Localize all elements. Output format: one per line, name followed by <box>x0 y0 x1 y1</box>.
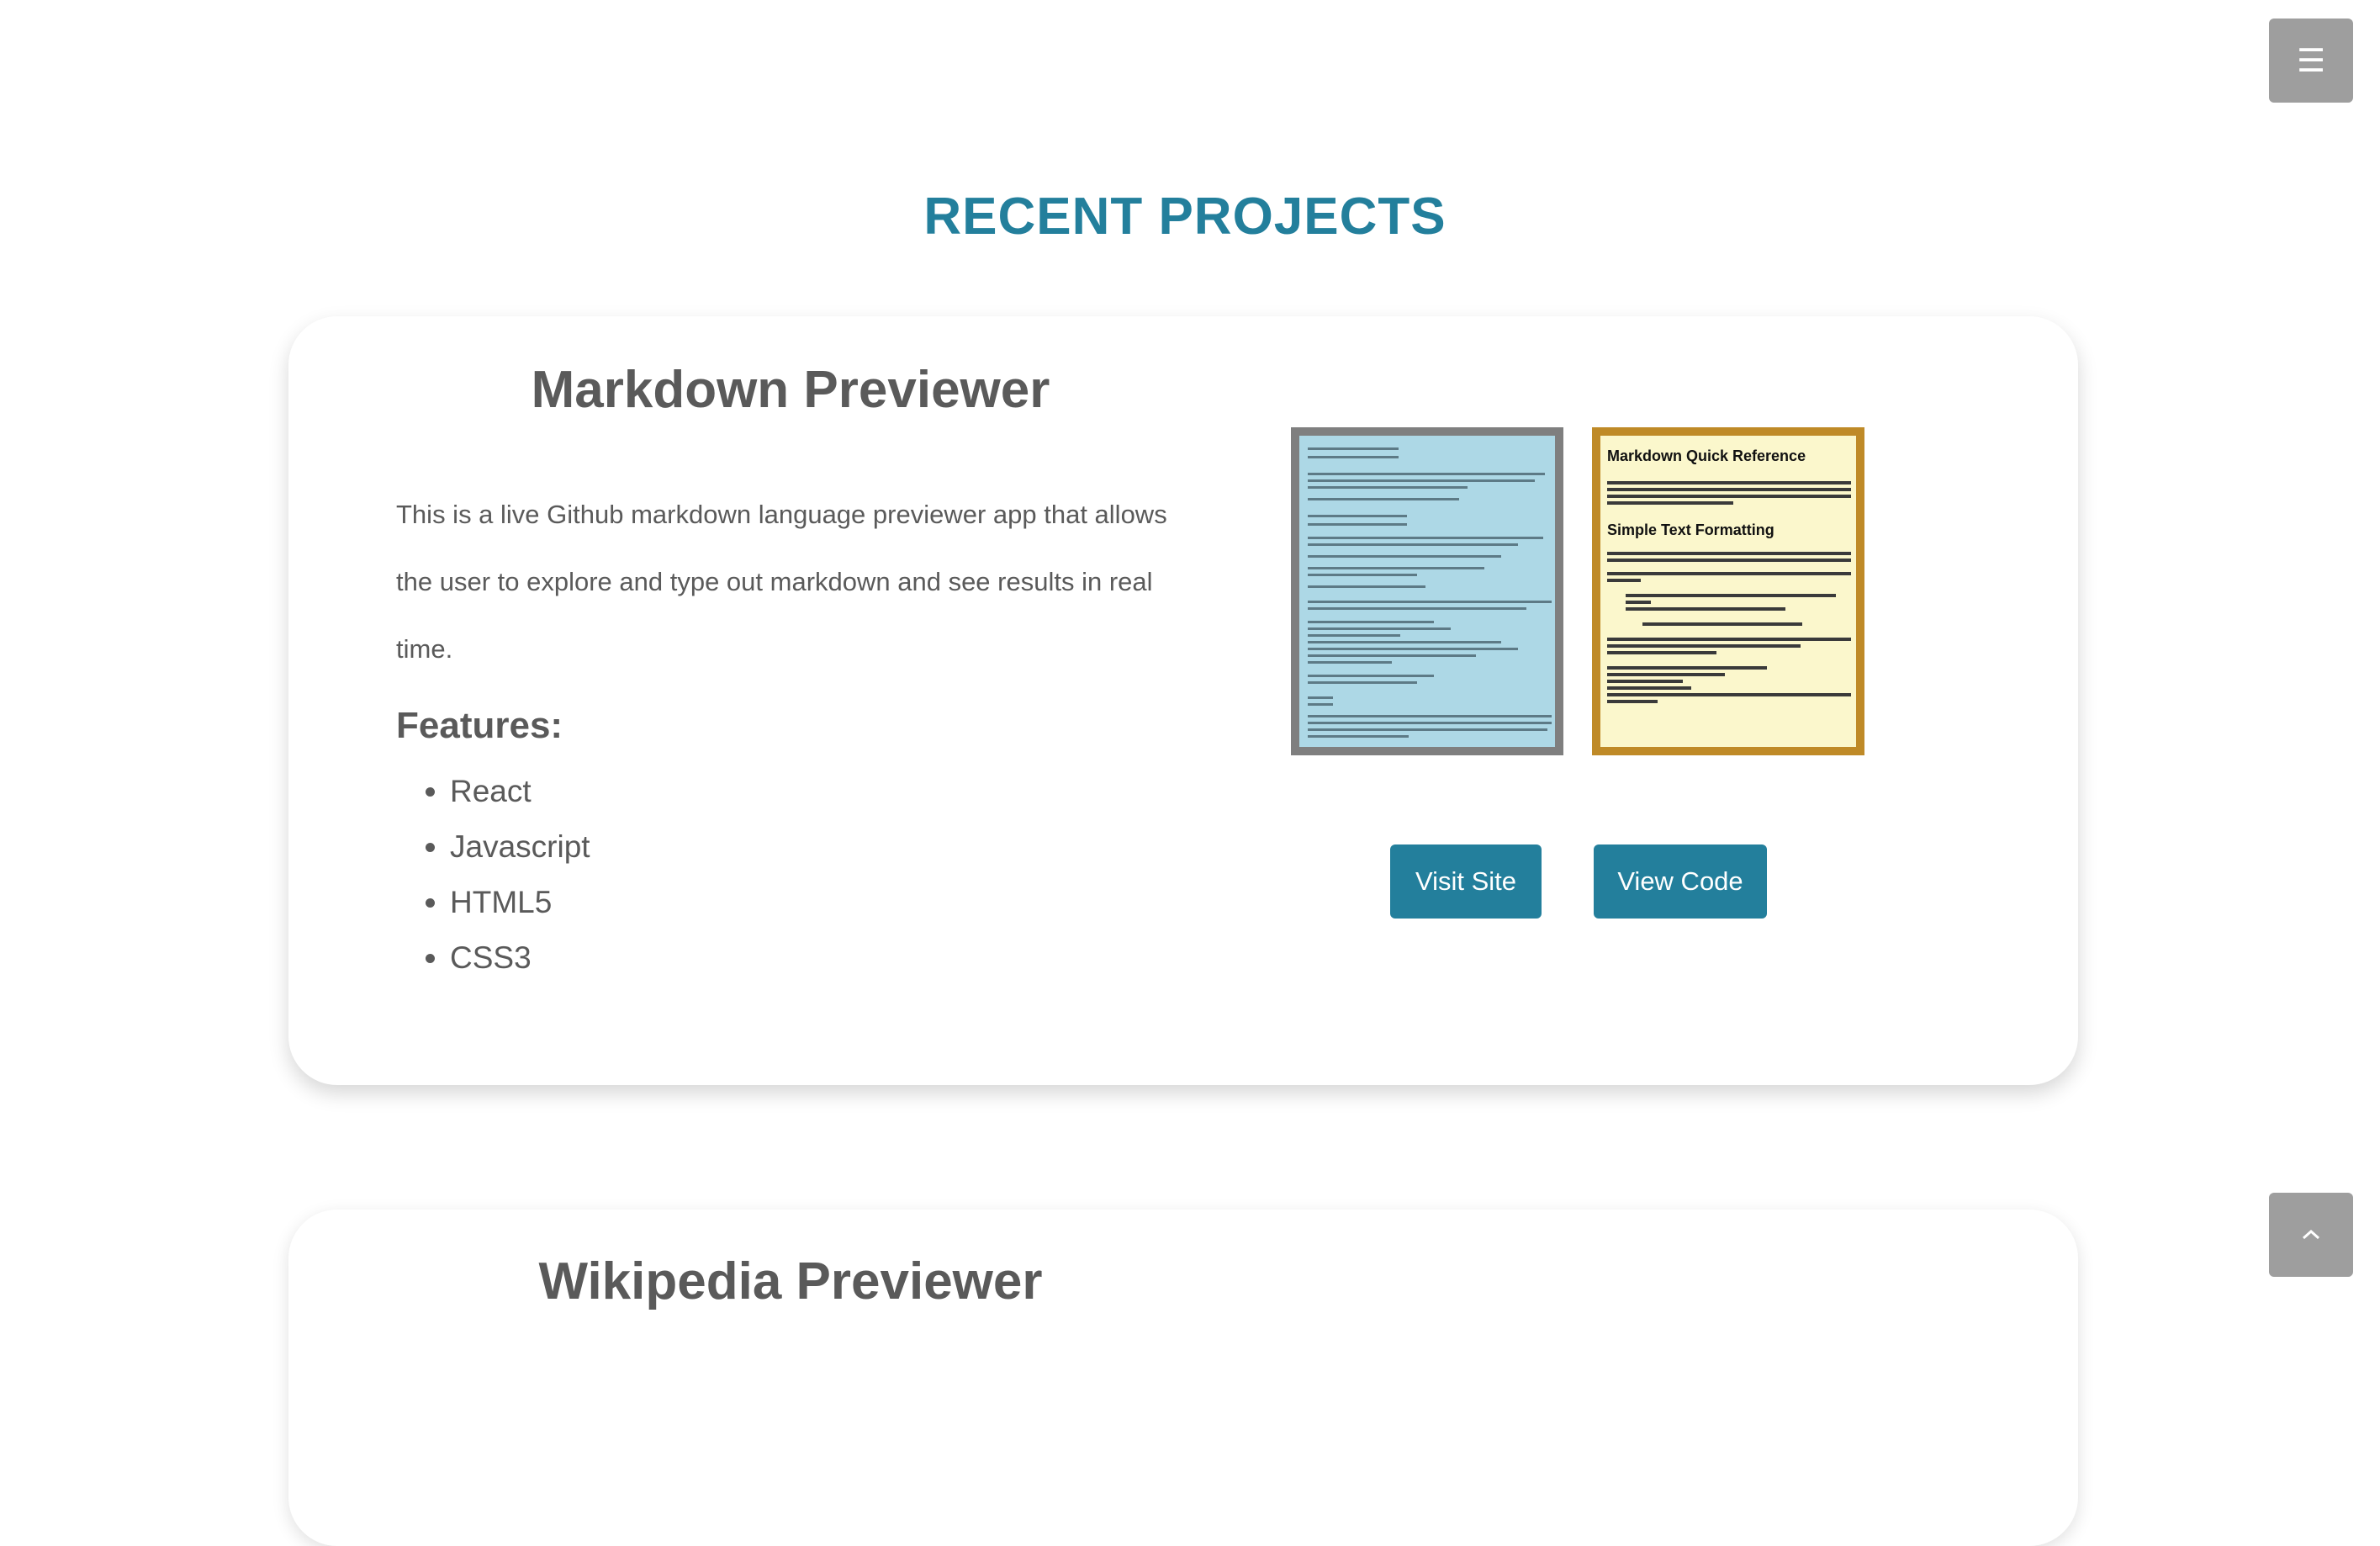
section-title: RECENT PROJECTS <box>923 188 1447 246</box>
project-card: Markdown Previewer This is a live Github… <box>288 316 2078 1085</box>
feature-item: HTML5 <box>450 875 590 930</box>
project-thumbnail-plain[interactable] <box>1291 427 1563 755</box>
project-title: Wikipedia Previewer <box>538 1252 1043 1310</box>
visit-site-button[interactable]: Visit Site <box>1390 844 1542 919</box>
scroll-to-top-button[interactable] <box>2269 1193 2353 1277</box>
features-heading: Features: <box>396 705 563 746</box>
view-code-button[interactable]: View Code <box>1594 844 1767 919</box>
project-title: Markdown Previewer <box>531 361 1050 419</box>
thumbnail-subheading: Simple Text Formatting <box>1607 522 1774 538</box>
feature-item: Javascript <box>450 819 590 875</box>
menu-button[interactable]: ☰ <box>2269 19 2353 103</box>
project-card: Wikipedia Previewer <box>288 1210 2078 1546</box>
hamburger-menu-icon: ☰ <box>2296 42 2326 79</box>
project-description: This is a live Github markdown language … <box>396 500 1167 664</box>
features-list: React Javascript HTML5 CSS3 <box>396 764 590 986</box>
project-thumbnail-styled[interactable]: Markdown Quick Reference Simple Text For… <box>1592 427 1864 755</box>
feature-item: CSS3 <box>450 930 590 986</box>
thumbnail-heading: Markdown Quick Reference <box>1607 447 1806 464</box>
chevron-up-icon <box>2303 1229 2319 1240</box>
feature-item: React <box>450 764 590 819</box>
